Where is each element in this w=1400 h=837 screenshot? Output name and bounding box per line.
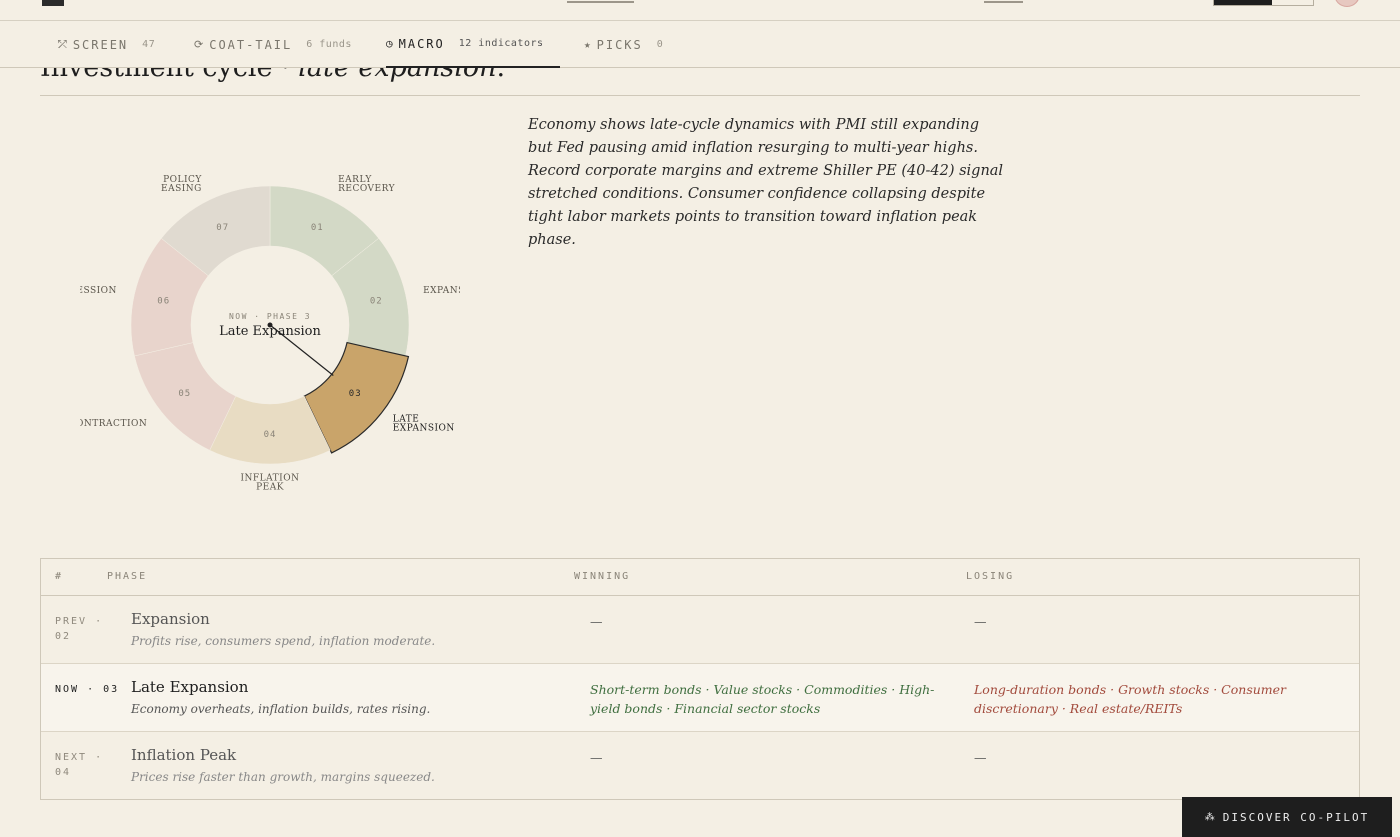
tab-label: COAT-TAIL — [209, 37, 293, 52]
cycle-segment-number: 06 — [157, 297, 170, 307]
tab-label: SCREEN — [72, 37, 129, 52]
nav-link-underline[interactable] — [984, 1, 1023, 3]
top-nav-bar — [0, 0, 1400, 21]
cycle-segment-number: 03 — [349, 389, 362, 399]
tab-macro[interactable]: ◷ MACRO 12 indicators — [386, 21, 560, 68]
cycle-segment-label: LATE EXPANSION — [393, 414, 455, 433]
investment-cycle-wheel: 01 02 03 04 05 06 07 EARLYRECOVERY EXPANSION LAT… — [55, 160, 485, 492]
row-phase-desc: Economy overheats, inflation builds, rat… — [131, 702, 431, 716]
col-header-phase: PHASE — [107, 571, 148, 582]
row-index: NOW · 03 — [55, 684, 120, 695]
mode-toggle[interactable] — [1213, 0, 1314, 6]
row-winning: — — [590, 614, 603, 629]
row-winning: — — [590, 750, 603, 765]
row-losing: Long-duration bonds · Growth stocks · Co… — [974, 682, 1287, 716]
tab-label: MACRO — [398, 36, 445, 51]
phase-row-now[interactable]: NOW · 03 Late Expansion Economy overheat… — [41, 664, 1359, 732]
section-tabs: ⤱ SCREEN 47 ⟳ COAT-TAIL 6 funds ◷ MACRO … — [0, 21, 1400, 68]
tab-count: 47 — [142, 39, 156, 50]
tab-label: PICKS — [596, 37, 643, 52]
macro-summary: Economy shows late-cycle dynamics with P… — [528, 117, 1004, 248]
tab-screen[interactable]: ⤱ SCREEN 47 — [58, 21, 155, 68]
phase-row-prev[interactable]: PREV · 02 Expansion Profits rise, consum… — [41, 596, 1359, 664]
sparkle-icon: ⁂ — [1204, 811, 1215, 823]
row-index: PREV · 02 — [55, 616, 104, 642]
cycle-segment-number: 05 — [178, 389, 191, 399]
cycle-segment-number: 01 — [311, 223, 324, 233]
cycle-segment-number: 07 — [216, 223, 229, 233]
avatar[interactable] — [1334, 0, 1360, 7]
cycle-segment-label: RECESSION — [80, 286, 117, 296]
tab-picks[interactable]: ★ PICKS 0 — [584, 21, 663, 68]
cycle-segment-label: INFLATION PEAK — [241, 474, 300, 491]
star-icon: ★ — [584, 38, 591, 51]
row-phase-desc: Profits rise, consumers spend, inflation… — [131, 634, 436, 648]
phase-row-next[interactable]: NEXT · 04 Inflation Peak Prices rise fas… — [41, 732, 1359, 800]
center-phase-title: Late Expansion — [219, 324, 321, 339]
screen-icon: ⤱ — [58, 37, 67, 51]
cycle-segment-number: 02 — [370, 297, 383, 307]
logo[interactable] — [42, 0, 64, 6]
cycle-wheel-svg: 01 02 03 04 05 06 07 EARLYRECOVERY EXPANSION LAT… — [55, 175, 485, 492]
cycle-segment-label: EARLY RECOVERY — [338, 175, 396, 194]
phase-table: # PHASE WINNING LOSING PREV · 02 Expansi… — [40, 558, 1360, 800]
cycle-segment-label: EXPANSION — [423, 286, 460, 296]
tab-count: 0 — [656, 39, 664, 50]
row-phase-name: Expansion — [131, 610, 210, 628]
col-header-losing: LOSING — [966, 571, 1015, 582]
cycle-segment-number: 04 — [264, 430, 277, 440]
copilot-label: DISCOVER CO-PILOT — [1222, 810, 1370, 824]
row-phase-desc: Prices rise faster than growth, margins … — [131, 770, 435, 784]
row-index: NEXT · 04 — [55, 752, 104, 778]
cycle-segment-label: POLICY EASING — [161, 175, 202, 194]
tab-count: 12 indicators — [458, 38, 544, 49]
row-winning: Short-term bonds · Value stocks · Commod… — [590, 682, 935, 716]
col-header-num: # — [55, 571, 64, 582]
row-losing: — — [974, 614, 987, 629]
center-caption: NOW · PHASE 3 — [229, 312, 311, 321]
row-losing: — — [974, 750, 987, 765]
col-header-winning: WINNING — [574, 571, 631, 582]
refresh-icon: ⟳ — [194, 38, 204, 51]
row-phase-name: Late Expansion — [131, 678, 249, 696]
clock-icon: ◷ — [386, 37, 393, 50]
cycle-segment-label: CONTRACTION — [80, 419, 147, 429]
tab-coat-tail[interactable]: ⟳ COAT-TAIL 6 funds — [194, 21, 352, 68]
row-phase-name: Inflation Peak — [131, 746, 237, 764]
discover-copilot-button[interactable]: ⁂ DISCOVER CO-PILOT — [1182, 797, 1392, 837]
nav-link-underline[interactable] — [567, 1, 634, 3]
tab-count: 6 funds — [306, 39, 352, 50]
